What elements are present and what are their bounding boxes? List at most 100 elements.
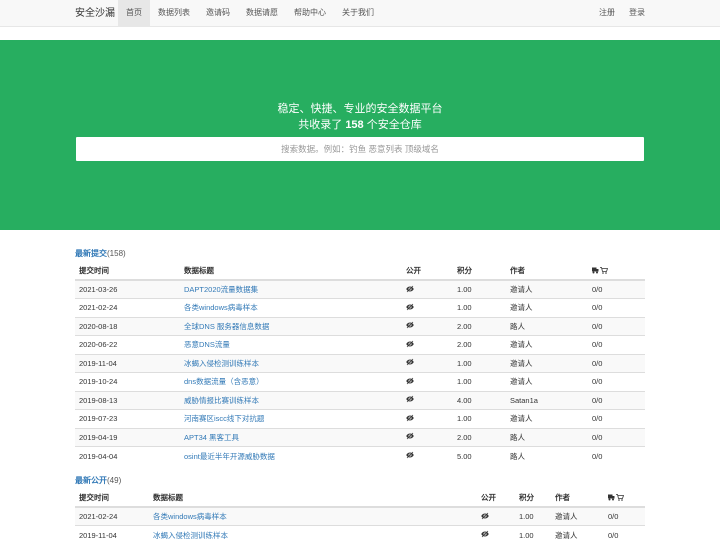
row-title-link[interactable]: osint最近半年开源威胁数据 — [184, 452, 275, 461]
table-row[interactable]: 2019-10-24 dns数据流量（含恶意） 1.00 邀请人 0/0 — [75, 372, 645, 391]
login-link[interactable]: 登录 — [622, 0, 652, 26]
brand-logo[interactable]: 安全沙漏 — [75, 0, 115, 27]
table-header: 提交时间 数据标题 公开 积分 作者 — [75, 262, 645, 281]
public-cell — [402, 409, 453, 428]
row-title-link[interactable]: 威胁情报比赛训练样本 — [184, 396, 259, 405]
row-stats: 0/0 — [588, 279, 645, 299]
table-row[interactable]: 2019-07-23 河南赛区iscc线下对抗题 1.00 邀请人 0/0 — [75, 409, 645, 428]
row-date: 2019-08-13 — [75, 390, 180, 410]
row-author: 邀请人 — [551, 525, 604, 540]
row-stats: 0/0 — [588, 446, 645, 465]
latest-public-label[interactable]: 最新公开 — [75, 476, 107, 485]
hero-count-suffix: 个安全仓库 — [363, 119, 422, 131]
latest-submit-table: 提交时间 数据标题 公开 积分 作者 2021-03-26 DAPT2020流量数据集 1.… — [75, 262, 645, 465]
public-cell — [402, 427, 453, 447]
row-title-link[interactable]: DAPT2020流量数据集 — [184, 285, 258, 294]
row-author: 邀请人 — [506, 335, 588, 354]
row-author: 路人 — [506, 316, 588, 336]
row-date: 2019-11-04 — [75, 525, 149, 540]
row-stats: 0/0 — [588, 298, 645, 317]
table-header: 提交时间 数据标题 公开 积分 作者 — [75, 489, 645, 508]
row-points: 2.00 — [453, 335, 506, 354]
row-title-link[interactable]: APT34 黑客工具 — [184, 433, 239, 442]
eye-icon — [406, 321, 414, 329]
column-header: 积分 — [515, 489, 551, 508]
public-cell — [402, 390, 453, 410]
eye-icon — [406, 414, 414, 422]
row-title-cell: 威胁情报比赛训练样本 — [180, 390, 402, 410]
row-title-link[interactable]: 冰蝎入侵检测训练样本 — [153, 531, 228, 540]
table-row[interactable]: 2019-04-04 osint最近半年开源威胁数据 5.00 路人 0/0 — [75, 446, 645, 465]
row-title-link[interactable]: 河南赛区iscc线下对抗题 — [184, 414, 264, 423]
hero-count-number: 158 — [345, 119, 364, 131]
column-header: 数据标题 — [149, 489, 477, 508]
row-title-link[interactable]: 冰蝎入侵检测训练样本 — [184, 359, 259, 368]
search-input[interactable] — [76, 137, 644, 161]
public-cell — [402, 372, 453, 391]
row-title-link[interactable]: 全球DNS 服务器信息数据 — [184, 322, 269, 331]
row-author: Satan1a — [506, 390, 588, 410]
row-stats: 0/0 — [588, 427, 645, 447]
row-date: 2019-04-04 — [75, 446, 180, 465]
row-title-cell: 全球DNS 服务器信息数据 — [180, 316, 402, 336]
latest-submit-label[interactable]: 最新提交 — [75, 249, 107, 258]
nav-item-2[interactable]: 邀请码 — [198, 0, 238, 26]
eye-icon — [406, 395, 414, 403]
nav-item-4[interactable]: 帮助中心 — [286, 0, 334, 26]
row-points: 1.00 — [515, 506, 551, 526]
row-points: 2.00 — [453, 427, 506, 447]
eye-icon — [406, 358, 414, 366]
row-author: 邀请人 — [506, 409, 588, 428]
nav-item-1[interactable]: 数据列表 — [150, 0, 198, 26]
row-date: 2020-06-22 — [75, 335, 180, 354]
row-title-cell: 各类windows病毒样本 — [180, 298, 402, 317]
table-row[interactable]: 2020-06-22 恶意DNS流量 2.00 邀请人 0/0 — [75, 335, 645, 354]
row-stats: 0/0 — [588, 353, 645, 373]
row-title-link[interactable]: dns数据流量（含恶意） — [184, 377, 264, 386]
row-title-link[interactable]: 各类windows病毒样本 — [153, 512, 227, 521]
table-row[interactable]: 2019-08-13 威胁情报比赛训练样本 4.00 Satan1a 0/0 — [75, 390, 645, 410]
row-points: 1.00 — [453, 353, 506, 373]
public-cell — [402, 279, 453, 299]
row-author: 路人 — [506, 427, 588, 447]
row-date: 2021-02-24 — [75, 298, 180, 317]
nav-item-3[interactable]: 数据请愿 — [238, 0, 286, 26]
column-header: 作者 — [551, 489, 604, 508]
table-row[interactable]: 2019-11-04 冰蝎入侵检测训练样本 1.00 邀请人 0/0 — [75, 525, 645, 540]
nav-item-5[interactable]: 关于我们 — [334, 0, 382, 26]
row-points: 2.00 — [453, 316, 506, 336]
row-title-link[interactable]: 恶意DNS流量 — [184, 340, 230, 349]
latest-public-title[interactable]: 最新公开(49) — [75, 475, 121, 486]
nav-item-0[interactable]: 首页 — [118, 0, 150, 26]
latest-public-table: 提交时间 数据标题 公开 积分 作者 2021-02-24 各类windows病毒样本 1.… — [75, 489, 645, 540]
row-stats: 0/0 — [588, 335, 645, 354]
row-date: 2021-02-24 — [75, 506, 149, 526]
table-row[interactable]: 2019-04-19 APT34 黑客工具 2.00 路人 0/0 — [75, 427, 645, 447]
row-stats: 0/0 — [588, 372, 645, 391]
row-date: 2019-07-23 — [75, 409, 180, 428]
row-title-cell: 冰蝎入侵检测训练样本 — [180, 353, 402, 373]
row-stats: 0/0 — [604, 506, 645, 526]
public-cell — [402, 335, 453, 354]
eye-icon — [406, 340, 414, 348]
row-title-cell: APT34 黑客工具 — [180, 427, 402, 447]
row-date: 2019-11-04 — [75, 353, 180, 373]
table-row[interactable]: 2019-11-04 冰蝎入侵检测训练样本 1.00 邀请人 0/0 — [75, 353, 645, 373]
eye-icon — [406, 432, 414, 440]
row-points: 1.00 — [453, 298, 506, 317]
table-row[interactable]: 2020-08-18 全球DNS 服务器信息数据 2.00 路人 0/0 — [75, 316, 645, 336]
row-title-link[interactable]: 各类windows病毒样本 — [184, 303, 258, 312]
hero-repo-count: 共收录了 158 个安全仓库 — [0, 116, 720, 132]
public-cell — [477, 506, 515, 526]
table-row[interactable]: 2021-02-24 各类windows病毒样本 1.00 邀请人 0/0 — [75, 298, 645, 317]
table-row[interactable]: 2021-03-26 DAPT2020流量数据集 1.00 邀请人 0/0 — [75, 279, 645, 299]
row-date: 2019-10-24 — [75, 372, 180, 391]
latest-submit-title[interactable]: 最新提交(158) — [75, 248, 126, 259]
row-author: 邀请人 — [506, 372, 588, 391]
register-link[interactable]: 注册 — [592, 0, 622, 26]
table-row[interactable]: 2021-02-24 各类windows病毒样本 1.00 邀请人 0/0 — [75, 506, 645, 526]
row-points: 4.00 — [453, 390, 506, 410]
navbar: 安全沙漏 首页 数据列表 邀请码 数据请愿 帮助中心 关于我们 注册 登录 — [0, 0, 720, 27]
row-title-cell: 冰蝎入侵检测训练样本 — [149, 525, 477, 540]
column-header: 提交时间 — [75, 262, 180, 281]
